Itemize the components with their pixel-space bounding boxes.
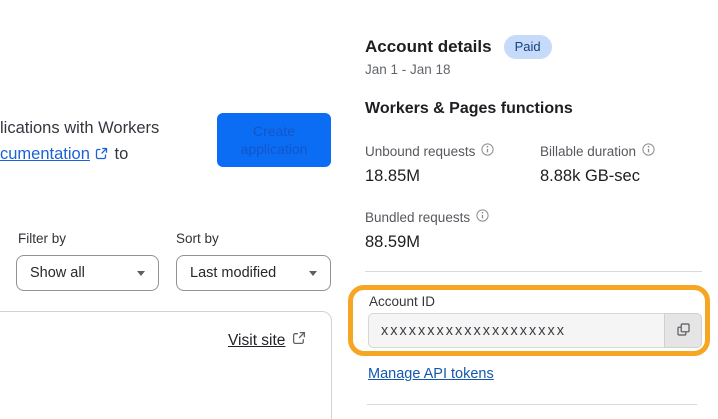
account-id-group: [368, 313, 702, 348]
copy-button[interactable]: [664, 313, 702, 348]
info-icon[interactable]: [642, 143, 655, 159]
external-link-icon: [95, 142, 108, 168]
visit-site-link[interactable]: Visit site: [228, 331, 308, 350]
stat-label: Bundled requests: [365, 209, 471, 225]
sort-dropdown-value: Last modified: [190, 265, 277, 281]
filter-by-label: Filter by: [18, 231, 67, 246]
divider: [367, 404, 697, 405]
filter-dropdown-value: Show all: [30, 265, 85, 281]
external-link-icon: [292, 331, 306, 350]
account-details-title: Account details: [365, 37, 492, 56]
info-icon[interactable]: [481, 143, 494, 159]
account-details-header: Account details Paid: [365, 35, 552, 59]
divider: [365, 271, 702, 272]
functions-section-title: Workers & Pages functions: [365, 100, 573, 117]
intro-line-1: lications with Workers: [0, 119, 160, 137]
info-icon[interactable]: [476, 209, 489, 225]
chevron-down-icon: [137, 270, 145, 276]
documentation-link[interactable]: cumentation: [0, 145, 90, 163]
stat-value: 88.59M: [365, 233, 421, 251]
create-application-button[interactable]: Create application: [217, 113, 331, 167]
sort-dropdown[interactable]: Last modified: [176, 255, 331, 291]
stat-label: Unbound requests: [365, 143, 476, 159]
stat-billable-duration: Billable duration 8.88k GB-sec: [540, 143, 655, 186]
stat-value: 18.85M: [365, 167, 421, 185]
stat-unbound-requests: Unbound requests 18.85M: [365, 143, 494, 186]
account-id-label: Account ID: [369, 294, 436, 309]
intro-line-2-suffix: to: [114, 145, 129, 163]
account-id-input[interactable]: [368, 313, 664, 348]
sort-by-label: Sort by: [176, 231, 219, 246]
manage-api-tokens-link[interactable]: Manage API tokens: [368, 366, 494, 382]
project-card: [0, 311, 332, 419]
intro-text: lications with Workers cumentation to: [0, 115, 159, 168]
stat-bundled-requests: Bundled requests 88.59M: [365, 209, 489, 252]
chevron-down-icon: [309, 270, 317, 276]
copy-icon: [676, 322, 691, 340]
date-range: Jan 1 - Jan 18: [365, 62, 451, 77]
workers-pages-dashboard: lications with Workers cumentation to Cr…: [0, 0, 718, 419]
stat-label: Billable duration: [540, 143, 637, 159]
filter-dropdown[interactable]: Show all: [16, 255, 159, 291]
stat-value: 8.88k GB-sec: [540, 167, 640, 185]
plan-badge: Paid: [503, 35, 552, 59]
